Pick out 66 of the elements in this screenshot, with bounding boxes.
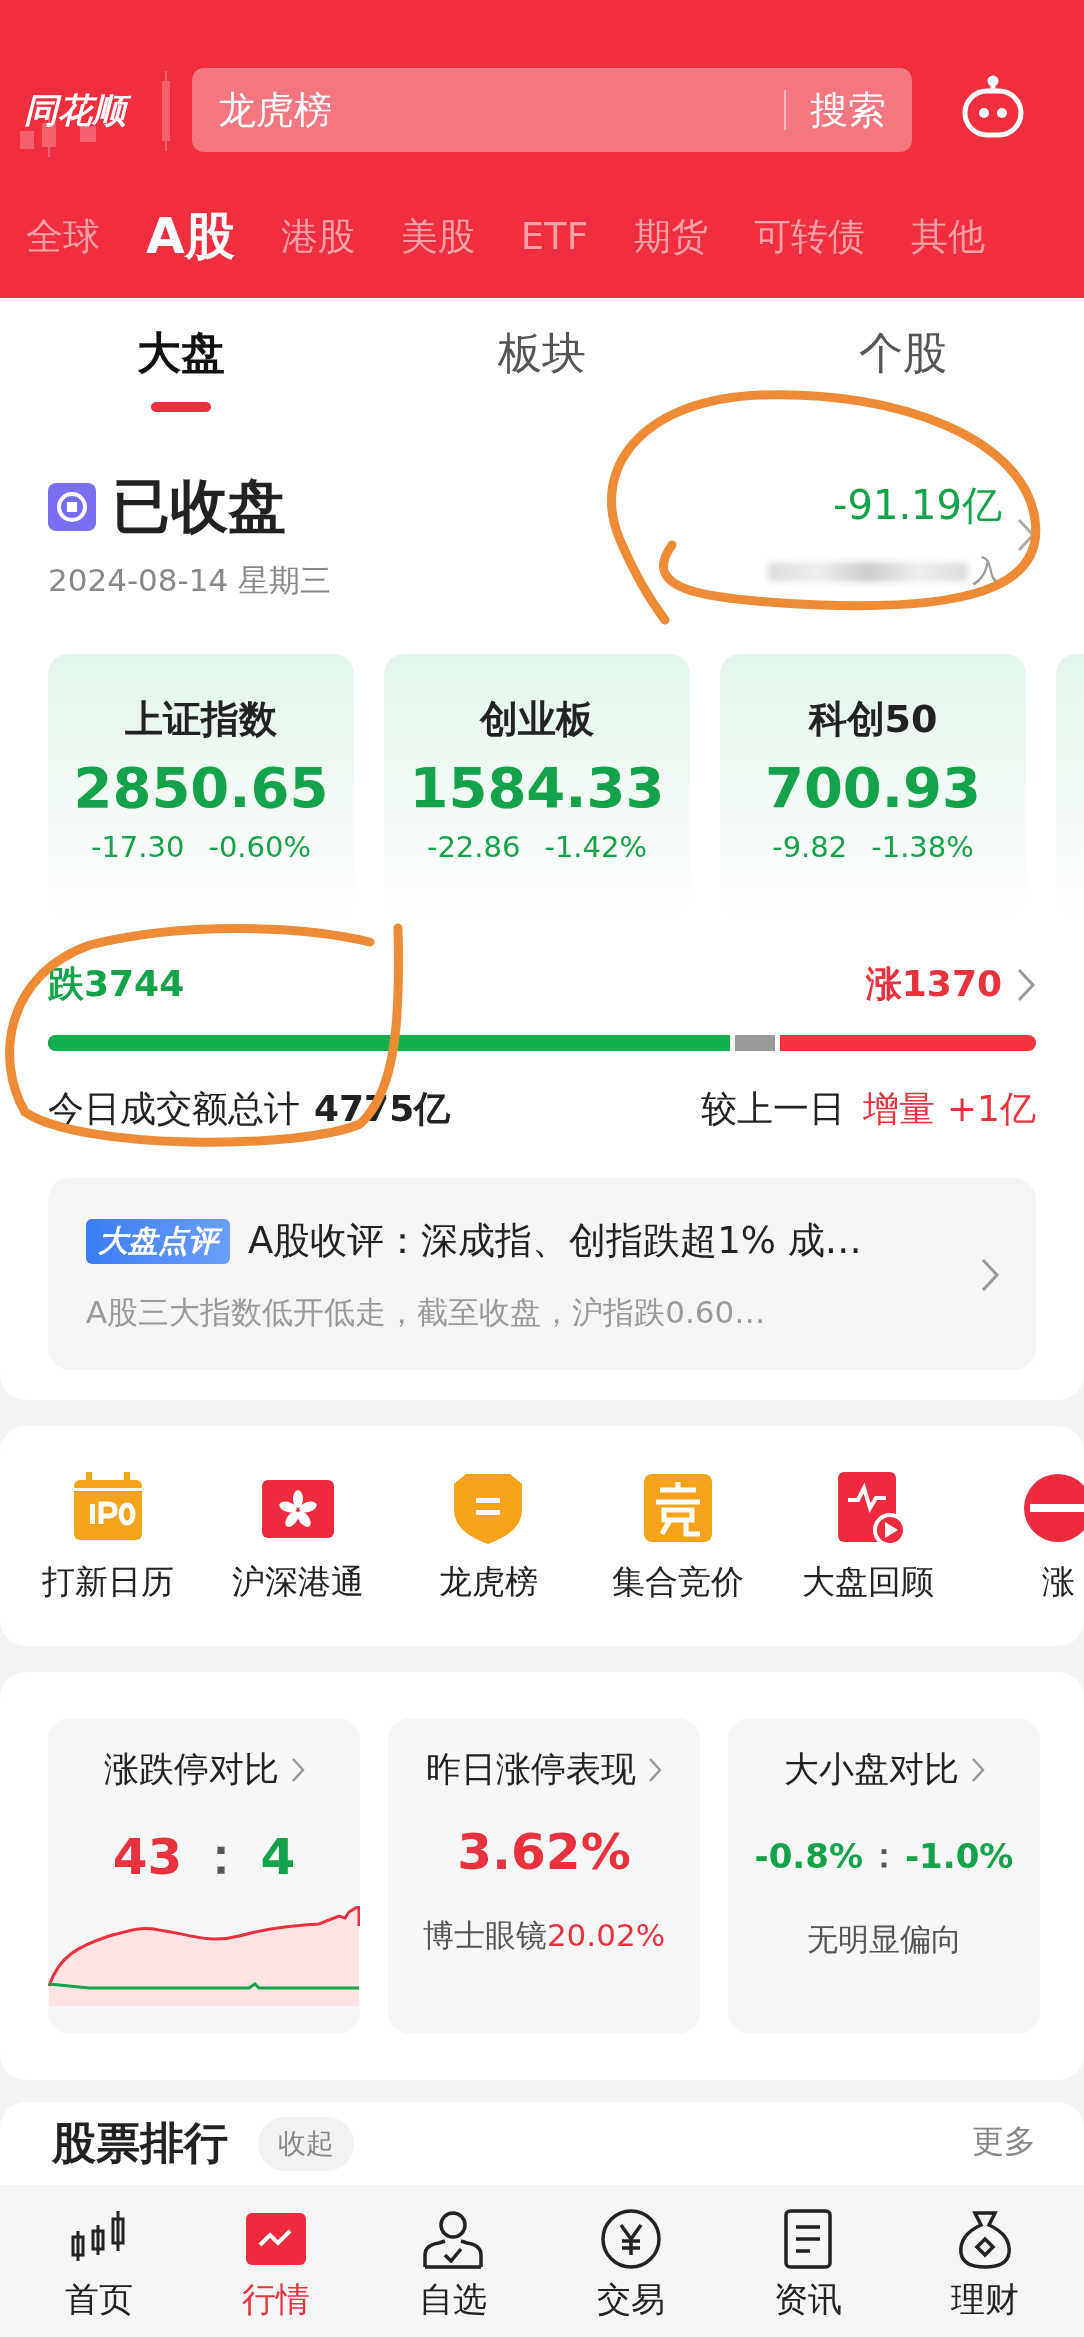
index-value: 1584.33 <box>409 755 665 820</box>
chevron-right-icon <box>980 1257 1000 1293</box>
index-percent: -1.42% <box>544 830 648 864</box>
index-percent: -0.60% <box>208 830 312 864</box>
index-change: -17.30 <box>90 830 185 864</box>
view-tab[interactable]: 个股 <box>722 298 1084 408</box>
stat-note: 博士眼镜20.02% <box>422 1916 666 1955</box>
app-logo: 同花顺 <box>22 85 134 135</box>
small-cap-change: -1.0% <box>905 1836 1014 1876</box>
nav-tab[interactable]: 首页 <box>23 2185 174 2337</box>
stat-title: 涨跌停对比 <box>103 1748 279 1791</box>
stat-value: 3.62% <box>457 1823 631 1881</box>
index-percent: -1.38% <box>871 830 974 864</box>
stat-card[interactable]: 大小盘对比 -0.8%：-1.0% 无明显偏向 <box>728 1718 1040 2034</box>
index-value: 700.93 <box>764 755 982 820</box>
shortcut-item[interactable]: 集合竞价 <box>603 1470 753 1646</box>
nav-tab[interactable]: 自选 <box>378 2185 529 2337</box>
news-badge: 大盘点评 <box>86 1218 230 1264</box>
nav-tab[interactable]: 交易 <box>555 2185 706 2337</box>
view-tab[interactable]: 板块 <box>361 298 723 408</box>
ratio-separator: ： <box>196 1826 247 1887</box>
limit-down-count: 4 <box>260 1827 296 1886</box>
chevron-right-icon <box>290 1756 305 1783</box>
index-name: 上证指数 <box>125 696 277 743</box>
news-title: A股收评：深成指、创指跌超1% 成… <box>248 1218 862 1264</box>
index-change: -9.82 <box>772 830 848 864</box>
section-title: 股票排行 <box>52 2116 228 2170</box>
index-change: -22.86 <box>426 830 521 864</box>
stat-card[interactable]: 涨跌停对比 43 ： 4 <box>48 1718 360 2034</box>
news-summary: A股三大指数低开低走，截至收盘，沪指跌0.60… <box>86 1293 767 1332</box>
stat-note: 无明显偏向 <box>806 1920 962 1959</box>
stat-card[interactable]: 昨日涨停表现 3.62% 博士眼镜20.02% <box>388 1718 700 2034</box>
search-text: 龙虎榜 <box>218 86 333 134</box>
advancers-count: 涨1370 <box>865 962 1002 1006</box>
news-card[interactable]: 大盘点评 A股收评：深成指、创指跌超1% 成… A股三大指数低开低走，截至收盘，沪指跌0.60… <box>48 1178 1036 1370</box>
compare-value: 增量 +1亿 <box>863 1087 1036 1131</box>
decliners-count: 跌3744 <box>48 962 185 1006</box>
limit-up-count: 43 <box>112 1827 183 1886</box>
index-value: 2850.65 <box>73 755 329 820</box>
shortcut-item[interactable]: 大盘回顾 <box>793 1470 943 1646</box>
stat-title: 大小盘对比 <box>783 1748 959 1791</box>
stop-icon <box>48 483 96 531</box>
flat-segment <box>729 1035 780 1051</box>
chevron-right-icon <box>970 1756 985 1783</box>
market-status: 已收盘 <box>112 471 286 542</box>
turnover-label: 今日成交额总计 <box>48 1087 300 1131</box>
compare-label: 较上一日 <box>701 1087 846 1131</box>
stat-title: 昨日涨停表现 <box>426 1748 636 1791</box>
chevron-right-icon <box>648 1756 662 1783</box>
index-name: 科创50 <box>808 696 938 743</box>
chevron-right-icon[interactable] <box>1016 966 1036 1003</box>
shortcut-item[interactable]: 涨 <box>983 1470 1084 1646</box>
shortcut-item[interactable]: 龙虎榜 <box>413 1470 563 1646</box>
index-name: 创业板 <box>480 696 594 743</box>
shortcut-item[interactable]: 打新日历 <box>33 1470 183 1646</box>
large-cap-change: -0.8% <box>754 1836 863 1876</box>
more-link[interactable]: 更多 <box>972 2114 1036 2164</box>
shortcut-item[interactable]: 沪深港通 <box>223 1470 373 1646</box>
nav-tab[interactable]: 资讯 <box>732 2185 883 2337</box>
nav-tab[interactable]: 行情 <box>201 2185 351 2337</box>
nav-tab[interactable]: 理财 <box>910 2185 1061 2337</box>
yen-coin-icon <box>598 2207 663 2271</box>
market-date: 2024-08-14 星期三 <box>48 561 331 600</box>
market-tab[interactable]: A股 <box>146 203 235 270</box>
ratio-separator: ： <box>867 1834 901 1877</box>
fund-flow-value: -91.19亿 <box>833 481 1002 530</box>
